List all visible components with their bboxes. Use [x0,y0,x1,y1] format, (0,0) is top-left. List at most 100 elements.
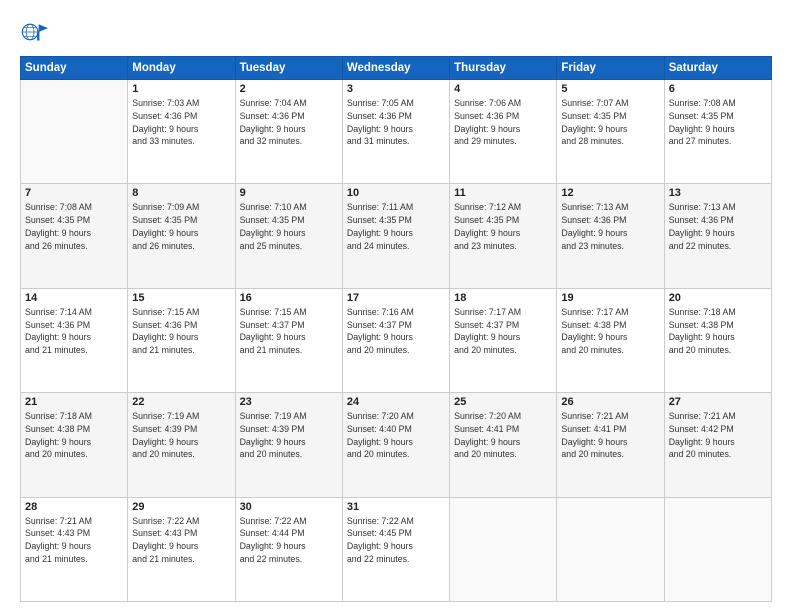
col-monday: Monday [128,57,235,80]
day-number: 20 [669,292,767,304]
col-tuesday: Tuesday [235,57,342,80]
table-row: 5 Sunrise: 7:07 AMSunset: 4:35 PMDaylight… [557,80,664,184]
table-row: 11 Sunrise: 7:12 AMSunset: 4:35 PMDayligh… [450,184,557,288]
calendar-week-row: 7 Sunrise: 7:08 AMSunset: 4:35 PMDaylight… [21,184,772,288]
table-row: 31Sunrise: 7:22 AMSunset: 4:45 PMDayligh… [342,497,449,601]
day-number: 25 [454,396,552,408]
table-row [450,497,557,601]
generalblue-logo-icon [20,18,48,46]
logo [20,18,52,46]
table-row [664,497,771,601]
table-row: 22 Sunrise: 7:19 AMSunset: 4:39 PMDayligh… [128,393,235,497]
calendar-week-row: 14 Sunrise: 7:14 AMSunset: 4:36 PMDayligh… [21,288,772,392]
table-row: 21 Sunrise: 7:18 AMSunset: 4:38 PMDayligh… [21,393,128,497]
table-row: 26 Sunrise: 7:21 AMSunset: 4:41 PMDayligh… [557,393,664,497]
day-number: 21 [25,396,123,408]
day-info: Sunrise: 7:12 AMSunset: 4:35 PMDaylight:… [454,201,552,252]
day-info: Sunrise: 7:22 AMSunset: 4:44 PMDaylight:… [240,515,338,566]
day-number: 9 [240,187,338,199]
table-row: 27Sunrise: 7:21 AMSunset: 4:42 PMDayligh… [664,393,771,497]
day-number: 3 [347,83,445,95]
table-row: 3 Sunrise: 7:05 AMSunset: 4:36 PMDaylight… [342,80,449,184]
day-info: Sunrise: 7:08 AMSunset: 4:35 PMDaylight:… [669,97,767,148]
table-row: 12 Sunrise: 7:13 AMSunset: 4:36 PMDayligh… [557,184,664,288]
page: Sunday Monday Tuesday Wednesday Thursday… [0,0,792,612]
table-row: 28 Sunrise: 7:21 AMSunset: 4:43 PMDayligh… [21,497,128,601]
day-number: 28 [25,501,123,513]
day-info: Sunrise: 7:16 AMSunset: 4:37 PMDaylight:… [347,306,445,357]
table-row: 7 Sunrise: 7:08 AMSunset: 4:35 PMDaylight… [21,184,128,288]
day-info: Sunrise: 7:13 AMSunset: 4:36 PMDaylight:… [561,201,659,252]
day-info: Sunrise: 7:22 AMSunset: 4:43 PMDaylight:… [132,515,230,566]
table-row: 1 Sunrise: 7:03 AMSunset: 4:36 PMDaylight… [128,80,235,184]
day-info: Sunrise: 7:20 AMSunset: 4:40 PMDaylight:… [347,410,445,461]
day-info: Sunrise: 7:18 AMSunset: 4:38 PMDaylight:… [669,306,767,357]
table-row: 13 Sunrise: 7:13 AMSunset: 4:36 PMDayligh… [664,184,771,288]
day-info: Sunrise: 7:09 AMSunset: 4:35 PMDaylight:… [132,201,230,252]
day-number: 16 [240,292,338,304]
calendar-header-row: Sunday Monday Tuesday Wednesday Thursday… [21,57,772,80]
day-number: 12 [561,187,659,199]
day-info: Sunrise: 7:14 AMSunset: 4:36 PMDaylight:… [25,306,123,357]
table-row: 17Sunrise: 7:16 AMSunset: 4:37 PMDayligh… [342,288,449,392]
day-info: Sunrise: 7:21 AMSunset: 4:43 PMDaylight:… [25,515,123,566]
table-row: 25 Sunrise: 7:20 AMSunset: 4:41 PMDayligh… [450,393,557,497]
col-friday: Friday [557,57,664,80]
day-info: Sunrise: 7:07 AMSunset: 4:35 PMDaylight:… [561,97,659,148]
day-number: 11 [454,187,552,199]
day-info: Sunrise: 7:19 AMSunset: 4:39 PMDaylight:… [132,410,230,461]
table-row: 9 Sunrise: 7:10 AMSunset: 4:35 PMDaylight… [235,184,342,288]
day-info: Sunrise: 7:20 AMSunset: 4:41 PMDaylight:… [454,410,552,461]
day-info: Sunrise: 7:05 AMSunset: 4:36 PMDaylight:… [347,97,445,148]
day-number: 8 [132,187,230,199]
col-sunday: Sunday [21,57,128,80]
col-saturday: Saturday [664,57,771,80]
day-info: Sunrise: 7:11 AMSunset: 4:35 PMDaylight:… [347,201,445,252]
day-info: Sunrise: 7:19 AMSunset: 4:39 PMDaylight:… [240,410,338,461]
day-info: Sunrise: 7:04 AMSunset: 4:36 PMDaylight:… [240,97,338,148]
table-row: 6Sunrise: 7:08 AMSunset: 4:35 PMDaylight… [664,80,771,184]
table-row: 4Sunrise: 7:06 AMSunset: 4:36 PMDaylight… [450,80,557,184]
calendar-table: Sunday Monday Tuesday Wednesday Thursday… [20,56,772,602]
day-number: 4 [454,83,552,95]
day-info: Sunrise: 7:18 AMSunset: 4:38 PMDaylight:… [25,410,123,461]
day-info: Sunrise: 7:21 AMSunset: 4:41 PMDaylight:… [561,410,659,461]
col-thursday: Thursday [450,57,557,80]
day-number: 15 [132,292,230,304]
day-number: 14 [25,292,123,304]
header [20,18,772,46]
table-row: 19 Sunrise: 7:17 AMSunset: 4:38 PMDayligh… [557,288,664,392]
day-number: 30 [240,501,338,513]
calendar-week-row: 21 Sunrise: 7:18 AMSunset: 4:38 PMDayligh… [21,393,772,497]
day-info: Sunrise: 7:17 AMSunset: 4:38 PMDaylight:… [561,306,659,357]
day-info: Sunrise: 7:08 AMSunset: 4:35 PMDaylight:… [25,201,123,252]
table-row: 15 Sunrise: 7:15 AMSunset: 4:36 PMDayligh… [128,288,235,392]
day-info: Sunrise: 7:13 AMSunset: 4:36 PMDaylight:… [669,201,767,252]
table-row: 18 Sunrise: 7:17 AMSunset: 4:37 PMDayligh… [450,288,557,392]
table-row: 14 Sunrise: 7:14 AMSunset: 4:36 PMDayligh… [21,288,128,392]
table-row: 10 Sunrise: 7:11 AMSunset: 4:35 PMDayligh… [342,184,449,288]
day-number: 13 [669,187,767,199]
table-row [557,497,664,601]
day-info: Sunrise: 7:10 AMSunset: 4:35 PMDaylight:… [240,201,338,252]
table-row [21,80,128,184]
table-row: 30 Sunrise: 7:22 AMSunset: 4:44 PMDayligh… [235,497,342,601]
day-number: 22 [132,396,230,408]
table-row: 2Sunrise: 7:04 AMSunset: 4:36 PMDaylight… [235,80,342,184]
table-row: 24Sunrise: 7:20 AMSunset: 4:40 PMDayligh… [342,393,449,497]
day-number: 26 [561,396,659,408]
day-number: 7 [25,187,123,199]
day-number: 31 [347,501,445,513]
day-number: 18 [454,292,552,304]
day-info: Sunrise: 7:15 AMSunset: 4:36 PMDaylight:… [132,306,230,357]
day-number: 5 [561,83,659,95]
day-info: Sunrise: 7:17 AMSunset: 4:37 PMDaylight:… [454,306,552,357]
day-number: 19 [561,292,659,304]
day-number: 1 [132,83,230,95]
table-row: 29Sunrise: 7:22 AMSunset: 4:43 PMDayligh… [128,497,235,601]
calendar-week-row: 1 Sunrise: 7:03 AMSunset: 4:36 PMDaylight… [21,80,772,184]
day-number: 10 [347,187,445,199]
table-row: 23Sunrise: 7:19 AMSunset: 4:39 PMDayligh… [235,393,342,497]
day-info: Sunrise: 7:03 AMSunset: 4:36 PMDaylight:… [132,97,230,148]
table-row: 8 Sunrise: 7:09 AMSunset: 4:35 PMDaylight… [128,184,235,288]
